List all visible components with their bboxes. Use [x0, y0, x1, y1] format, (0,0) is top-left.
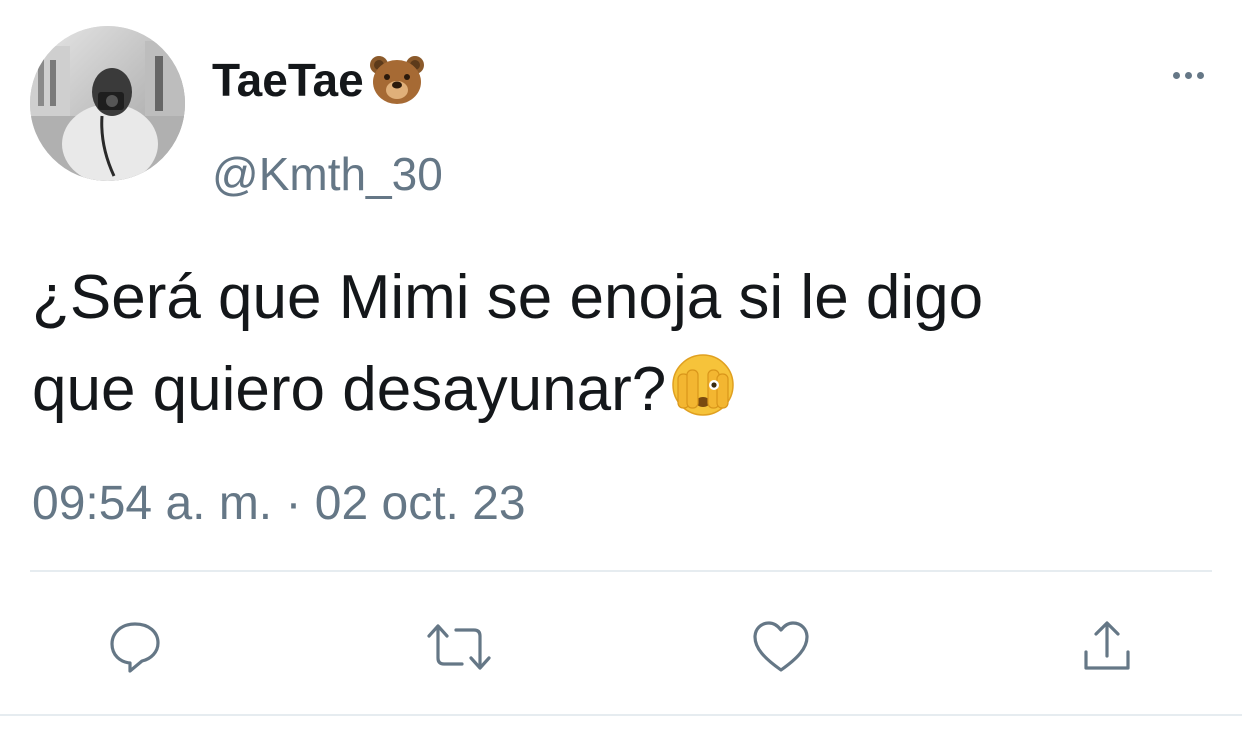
divider [30, 570, 1212, 572]
display-name-text: TaeTae [212, 54, 364, 106]
tweet-text-line2: que quiero desayunar? [32, 355, 667, 424]
face-with-hands-over-eyes-icon [670, 352, 736, 418]
reply-icon [110, 622, 160, 673]
reply-button[interactable] [100, 612, 170, 682]
more-options-button[interactable] [1164, 60, 1212, 90]
share-icon [1084, 621, 1130, 670]
retweet-button[interactable] [424, 612, 494, 682]
retweet-icon [427, 624, 491, 670]
like-button[interactable] [746, 612, 816, 682]
tweet-text-line2-wrap: que quiero desayunar? [32, 344, 1212, 436]
display-name[interactable]: TaeTae [212, 50, 426, 110]
more-dots-icon [1172, 71, 1180, 79]
tweet-text-line1: ¿Será que Mimi se enoja si le digo [32, 263, 984, 332]
more-dot [1184, 71, 1192, 79]
more-dot [1196, 71, 1204, 79]
user-handle[interactable]: @Kmth_30 [212, 146, 443, 202]
bear-face-icon [368, 54, 426, 106]
action-bar [0, 602, 1242, 692]
tweet-text: ¿Será que Mimi se enoja si le digo que q… [32, 252, 1212, 436]
avatar[interactable] [30, 26, 185, 181]
divider [0, 714, 1242, 716]
heart-icon [753, 621, 809, 672]
tweet-timestamp[interactable]: 09:54 a. m. · 02 oct. 23 [32, 474, 526, 534]
avatar-photo [30, 26, 185, 181]
share-button[interactable] [1072, 612, 1142, 682]
